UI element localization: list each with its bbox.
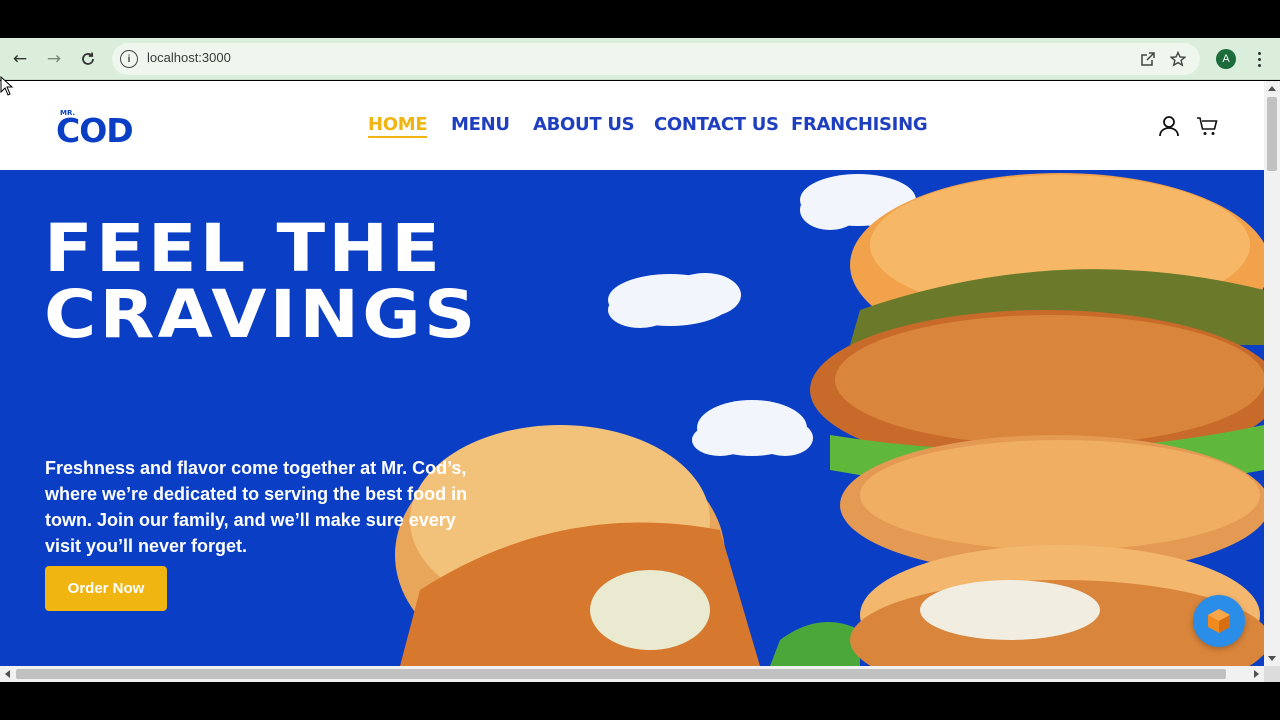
cart-icon[interactable]	[1196, 114, 1220, 138]
nav-about-us[interactable]: ABOUT US	[533, 114, 635, 135]
horizontal-scrollbar[interactable]	[0, 666, 1264, 682]
mouse-cursor-icon	[0, 76, 14, 96]
nav-menu[interactable]: MENU	[451, 114, 510, 135]
menu-kebab-icon[interactable]	[1252, 47, 1266, 71]
vertical-scrollbar[interactable]	[1264, 81, 1280, 666]
site-header: MR. COD HOME MENU ABOUT US CONTACT US FR…	[0, 81, 1264, 170]
chat-widget-button[interactable]	[1193, 595, 1245, 647]
scroll-up-arrow-icon[interactable]	[1268, 86, 1276, 91]
address-bar[interactable]: i localhost:3000	[112, 43, 1200, 75]
screen: ← → i localhost:3000 A MR. COD HOME MENU…	[0, 0, 1280, 720]
url-text[interactable]: localhost:3000	[147, 50, 231, 65]
nav-home[interactable]: HOME	[368, 114, 428, 138]
hero-description: Freshness and flavor come together at Mr…	[45, 458, 468, 556]
profile-avatar[interactable]: A	[1216, 49, 1236, 69]
horizontal-scroll-thumb[interactable]	[16, 669, 1226, 679]
reload-icon[interactable]	[76, 47, 100, 71]
scroll-down-arrow-icon[interactable]	[1268, 656, 1276, 661]
hero-banner: FEEL THE CRAVINGS Freshness and flavor c…	[0, 170, 1264, 666]
page-viewport: MR. COD HOME MENU ABOUT US CONTACT US FR…	[0, 81, 1264, 666]
cube-icon	[1208, 609, 1230, 633]
user-icon[interactable]	[1157, 114, 1181, 138]
hero-title-line-1: FEEL THE	[44, 210, 444, 287]
bookmark-star-icon[interactable]	[1168, 49, 1188, 69]
site-logo[interactable]: MR. COD	[56, 107, 136, 150]
open-in-app-icon[interactable]	[1138, 49, 1158, 69]
logo-text: COD	[56, 111, 134, 150]
order-now-button[interactable]: Order Now	[45, 566, 167, 611]
scrollbar-corner	[1264, 666, 1280, 682]
scroll-left-arrow-icon[interactable]	[5, 670, 10, 678]
browser-toolbar: ← → i localhost:3000 A	[0, 38, 1280, 80]
forward-arrow-icon[interactable]: →	[42, 47, 66, 71]
hero-title: FEEL THE CRAVINGS	[44, 216, 479, 348]
vertical-scroll-thumb[interactable]	[1267, 97, 1277, 171]
nav-contact-us[interactable]: CONTACT US	[654, 114, 779, 135]
nav-franchising[interactable]: FRANCHISING	[791, 114, 928, 135]
site-info-icon[interactable]: i	[120, 50, 138, 68]
hero-title-line-2: CRAVINGS	[44, 276, 479, 353]
back-arrow-icon[interactable]: ←	[8, 47, 32, 71]
scroll-right-arrow-icon[interactable]	[1254, 670, 1259, 678]
